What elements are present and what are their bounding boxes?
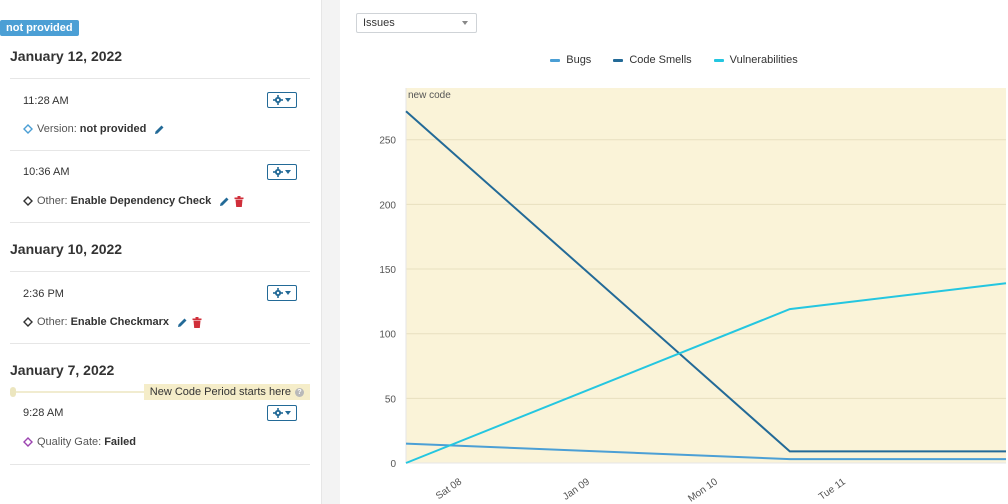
- delete-button[interactable]: [234, 195, 244, 207]
- event-item: 10:36 AM Other: Enable Dependency Check: [10, 150, 310, 222]
- legend-label: Bugs: [566, 54, 592, 66]
- chevron-down-icon: [285, 170, 291, 174]
- divider: [10, 343, 310, 344]
- app-root: not provided January 12, 2022 11:28 AM V…: [0, 0, 1008, 504]
- y-tick-label: 50: [385, 394, 397, 405]
- legend-swatch: [550, 58, 561, 62]
- legend-item-vulnerabilities[interactable]: Vulnerabilities: [713, 54, 798, 66]
- trash-icon: [234, 195, 244, 207]
- legend-swatch: [613, 58, 624, 62]
- event-value: Enable Dependency Check: [70, 195, 212, 207]
- event-kind: Version:: [37, 123, 77, 135]
- chevron-down-icon: [285, 411, 291, 415]
- trash-icon: [192, 316, 202, 328]
- gear-icon: [273, 288, 283, 298]
- event-description: Other: Enable Dependency Check: [23, 195, 244, 207]
- version-diamond-icon: [23, 124, 33, 134]
- event-diamond-icon: [23, 196, 33, 206]
- new-code-label: new code: [408, 90, 451, 101]
- event-actions-button[interactable]: [267, 405, 297, 421]
- event-time: 10:36 AM: [23, 166, 70, 178]
- event-value: Failed: [104, 436, 136, 448]
- y-tick-label: 250: [379, 136, 396, 147]
- activity-panel: not provided January 12, 2022 11:28 AM V…: [0, 0, 322, 504]
- new-code-area: [406, 88, 1006, 463]
- day-title: January 12, 2022: [10, 48, 123, 64]
- pencil-icon: [155, 125, 164, 134]
- y-tick-label: 200: [379, 200, 396, 211]
- y-tick-label: 0: [390, 459, 396, 470]
- day-title: January 10, 2022: [10, 241, 123, 257]
- x-tick-label: Sat 08: [434, 476, 464, 502]
- legend-swatch: [713, 58, 724, 62]
- event-kind: Quality Gate:: [37, 436, 102, 448]
- edit-button[interactable]: [177, 317, 188, 328]
- new-code-period-marker: New Code Period starts here ?: [10, 384, 310, 400]
- issues-line-chart: new code 0 50 100 150 200 250 Sat 08 Jan 09 Mon 1…: [379, 88, 1007, 504]
- graph-type-value: Issues: [363, 17, 395, 29]
- gear-icon: [273, 408, 283, 418]
- legend-item-bugs[interactable]: Bugs: [550, 54, 591, 66]
- pencil-icon: [220, 197, 229, 206]
- graph-panel: Issues Bugs Code Smells Vulnerabilities …: [340, 0, 1008, 504]
- y-tick-label: 100: [379, 330, 396, 341]
- new-code-period-dot: [10, 387, 16, 397]
- chevron-down-icon: [462, 21, 468, 25]
- event-item: 11:28 AM Version: not provided: [10, 78, 310, 150]
- edit-button[interactable]: [154, 124, 165, 135]
- event-item: 2:36 PM Other: Enable Checkmarx: [10, 271, 310, 343]
- legend-label: Code Smells: [629, 54, 692, 66]
- chevron-down-icon: [285, 98, 291, 102]
- pencil-icon: [178, 318, 187, 327]
- event-actions-button[interactable]: [267, 285, 297, 301]
- chart-legend: Bugs Code Smells Vulnerabilities: [340, 54, 1008, 66]
- new-code-period-label: New Code Period starts here ?: [143, 384, 310, 400]
- quality-gate-diamond-icon: [23, 437, 33, 447]
- divider: [10, 464, 310, 465]
- divider: [10, 222, 310, 223]
- event-description: Other: Enable Checkmarx: [23, 316, 202, 328]
- version-badge: not provided: [0, 20, 79, 36]
- event-actions-button[interactable]: [267, 164, 297, 180]
- legend-label: Vulnerabilities: [729, 54, 798, 66]
- day-title: January 7, 2022: [10, 362, 115, 378]
- graph-type-select[interactable]: Issues: [356, 13, 477, 33]
- event-time: 11:28 AM: [23, 95, 69, 107]
- event-value: not provided: [79, 123, 147, 135]
- help-icon[interactable]: ?: [295, 387, 304, 397]
- event-kind: Other:: [37, 195, 68, 207]
- event-time: 9:28 AM: [23, 407, 64, 419]
- event-actions-button[interactable]: [267, 92, 297, 108]
- chevron-down-icon: [285, 291, 291, 295]
- event-description: Quality Gate: Failed: [23, 436, 136, 448]
- edit-button[interactable]: [219, 196, 230, 207]
- event-kind: Other:: [37, 316, 68, 328]
- event-time: 2:36 PM: [23, 288, 64, 300]
- gear-icon: [273, 167, 283, 177]
- gear-icon: [273, 95, 283, 105]
- event-item: 9:28 AM Quality Gate: Failed: [10, 400, 310, 464]
- event-description: Version: not provided: [23, 123, 165, 135]
- new-code-period-text: New Code Period starts here: [149, 386, 291, 398]
- delete-button[interactable]: [192, 316, 202, 328]
- x-tick-label: Tue 11: [817, 476, 848, 502]
- x-tick-label: Jan 09: [561, 476, 592, 502]
- legend-item-code-smells[interactable]: Code Smells: [613, 54, 692, 66]
- event-diamond-icon: [23, 317, 33, 327]
- event-value: Enable Checkmarx: [70, 316, 170, 328]
- y-tick-label: 150: [379, 265, 396, 276]
- x-tick-label: Mon 10: [686, 476, 720, 504]
